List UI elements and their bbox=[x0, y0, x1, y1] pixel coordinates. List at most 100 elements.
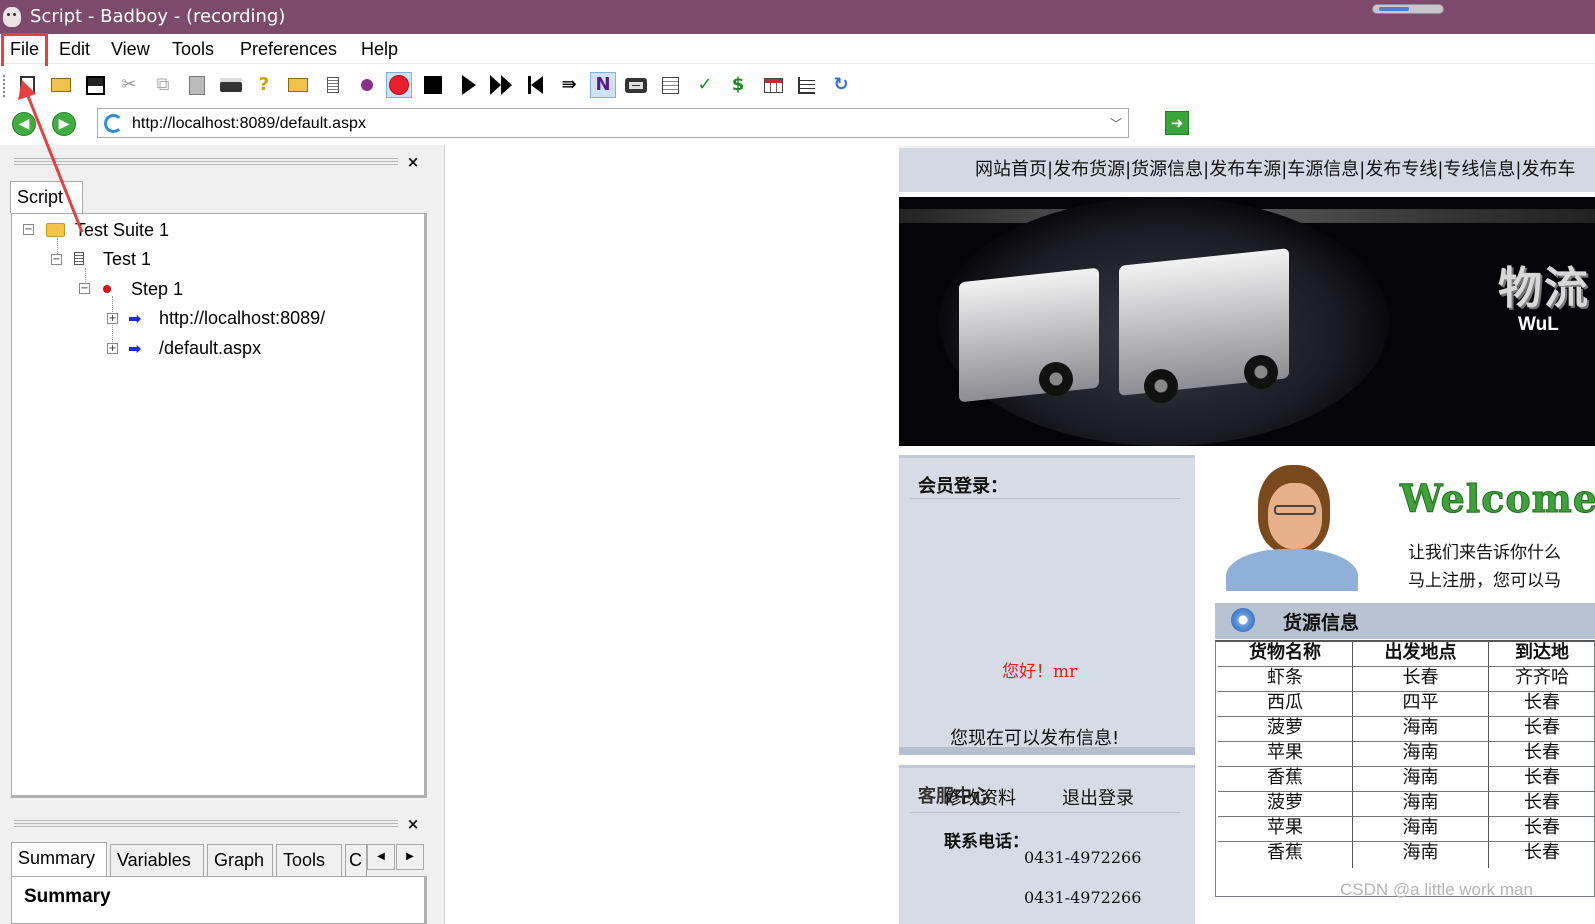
expand-icon[interactable]: + bbox=[107, 313, 118, 324]
title-bar: Script - Badboy - (recording) bbox=[0, 0, 1595, 34]
collapse-icon[interactable]: − bbox=[79, 283, 90, 294]
new-script-icon[interactable] bbox=[14, 72, 40, 98]
timer-icon[interactable] bbox=[793, 72, 819, 98]
tab-scroll-right-icon[interactable]: ▶ bbox=[396, 844, 424, 870]
tree-item-request[interactable]: /default.aspx bbox=[159, 336, 261, 360]
table-icon[interactable] bbox=[760, 72, 786, 98]
goods-cell[interactable]: 长春 bbox=[1489, 716, 1595, 740]
rewind-icon[interactable] bbox=[522, 72, 548, 98]
menu-preferences[interactable]: Preferences bbox=[240, 37, 337, 61]
toolbar-grip bbox=[2, 74, 6, 98]
menu-edit[interactable]: Edit bbox=[59, 37, 90, 61]
pane-grip[interactable] bbox=[14, 158, 398, 165]
banner-logo-text: 物流 bbox=[1498, 263, 1590, 314]
navigation-mode-icon[interactable]: N bbox=[590, 72, 616, 98]
screenshot-icon[interactable] bbox=[623, 72, 649, 98]
cut-icon[interactable]: ✂ bbox=[116, 72, 142, 98]
tab-summary[interactable]: Summary bbox=[11, 842, 107, 876]
tree-item-step[interactable]: Step 1 bbox=[131, 277, 183, 301]
goods-cell[interactable]: 长春 bbox=[1489, 766, 1595, 790]
paste-icon[interactable] bbox=[184, 72, 210, 98]
tree-item-test[interactable]: Test 1 bbox=[103, 247, 151, 271]
add-test-icon[interactable] bbox=[320, 72, 346, 98]
step-icon[interactable]: ⇛ bbox=[556, 72, 582, 98]
goods-cell[interactable]: 长春 bbox=[1489, 691, 1595, 715]
menu-tools[interactable]: Tools bbox=[172, 37, 214, 61]
collapse-icon[interactable]: − bbox=[23, 224, 34, 235]
goods-title: 货源信息 bbox=[1283, 612, 1360, 634]
goods-cell[interactable]: 苹果 bbox=[1218, 816, 1352, 840]
tree-item-request[interactable]: http://localhost:8089/ bbox=[159, 306, 325, 330]
goods-cell[interactable]: 海南 bbox=[1353, 816, 1488, 840]
expand-icon[interactable]: + bbox=[107, 343, 118, 354]
add-suite-icon[interactable] bbox=[285, 72, 311, 98]
goods-cell[interactable]: 虾条 bbox=[1218, 666, 1352, 690]
pane-grip[interactable] bbox=[14, 820, 398, 827]
site-nav-links[interactable]: 网站首页|发布货源|货源信息|发布车源|车源信息|发布专线|专线信息|发布车 bbox=[975, 158, 1575, 182]
add-step-icon[interactable] bbox=[354, 72, 380, 98]
collapse-icon[interactable]: − bbox=[51, 254, 62, 265]
welcome-line: 马上注册，您可以马 bbox=[1408, 571, 1561, 591]
phone-label: 联系电话： bbox=[944, 832, 1029, 852]
goods-cell[interactable]: 菠萝 bbox=[1218, 791, 1352, 815]
tab-scroll-left-icon[interactable]: ◀ bbox=[367, 844, 395, 870]
goods-cell[interactable]: 苹果 bbox=[1218, 741, 1352, 765]
badboy-app-icon bbox=[3, 7, 21, 27]
request-arrow-icon: ➡ bbox=[128, 309, 142, 328]
phone-number: 0431-4972266 bbox=[1024, 848, 1142, 867]
play-icon[interactable] bbox=[456, 72, 482, 98]
goods-cell[interactable]: 菠萝 bbox=[1218, 716, 1352, 740]
assertion-icon[interactable]: ✓ bbox=[692, 72, 718, 98]
badboy-window: Script - Badboy - (recording) File Edit … bbox=[0, 0, 1595, 924]
goods-icon bbox=[1231, 608, 1255, 632]
goods-cell[interactable]: 长春 bbox=[1489, 791, 1595, 815]
url-combobox[interactable]: http://localhost:8089/default.aspx ﹀ bbox=[97, 108, 1129, 138]
pane-splitter[interactable] bbox=[435, 145, 445, 924]
goods-cell[interactable]: 香蕉 bbox=[1218, 841, 1352, 865]
tab-script[interactable]: Script bbox=[10, 181, 83, 213]
goods-cell[interactable]: 海南 bbox=[1353, 741, 1488, 765]
tree-item-test-suite[interactable]: Test Suite 1 bbox=[75, 218, 169, 242]
edit-profile-link[interactable]: 修改资料 bbox=[944, 784, 1016, 810]
goods-cell[interactable]: 长春 bbox=[1489, 841, 1595, 865]
tab-variables[interactable]: Variables bbox=[110, 844, 204, 876]
copy-icon[interactable]: ⧉ bbox=[150, 72, 176, 98]
report-icon[interactable] bbox=[657, 72, 683, 98]
goods-cell[interactable]: 长春 bbox=[1489, 741, 1595, 765]
tab-overflow[interactable]: C bbox=[345, 844, 367, 876]
tab-graph[interactable]: Graph bbox=[207, 844, 273, 876]
stop-icon[interactable] bbox=[420, 72, 446, 98]
menu-help[interactable]: Help bbox=[361, 37, 398, 61]
open-icon[interactable] bbox=[48, 72, 74, 98]
goods-cell[interactable]: 齐齐哈 bbox=[1489, 666, 1595, 690]
goods-cell[interactable]: 海南 bbox=[1353, 841, 1488, 865]
menu-view[interactable]: View bbox=[111, 37, 150, 61]
refresh-icon[interactable]: ↻ bbox=[828, 72, 854, 98]
chevron-down-icon[interactable]: ﹀ bbox=[1110, 115, 1122, 132]
logout-link[interactable]: 退出登录 bbox=[1062, 784, 1134, 810]
save-icon[interactable] bbox=[82, 72, 108, 98]
goods-cell[interactable]: 海南 bbox=[1353, 716, 1488, 740]
goods-cell[interactable]: 海南 bbox=[1353, 766, 1488, 790]
record-icon[interactable] bbox=[386, 72, 412, 98]
print-icon[interactable] bbox=[218, 72, 244, 98]
welcome-line: 让我们来告诉你什么 bbox=[1408, 543, 1561, 563]
play-all-icon[interactable] bbox=[488, 72, 514, 98]
goods-cell[interactable]: 香蕉 bbox=[1218, 766, 1352, 790]
phone-number: 0431-4972266 bbox=[1024, 888, 1142, 907]
summary-heading: Summary bbox=[24, 886, 111, 907]
go-icon[interactable]: ➜ bbox=[1165, 111, 1189, 135]
goods-cell[interactable]: 海南 bbox=[1353, 791, 1488, 815]
goods-cell[interactable]: 西瓜 bbox=[1218, 691, 1352, 715]
close-icon[interactable]: × bbox=[405, 816, 421, 832]
goods-cell[interactable]: 长春 bbox=[1489, 816, 1595, 840]
login-hint: 您现在可以发布信息! bbox=[950, 728, 1120, 749]
goods-cell[interactable]: 长春 bbox=[1353, 666, 1488, 690]
variable-icon[interactable]: $ bbox=[725, 72, 751, 98]
goods-cell[interactable]: 四平 bbox=[1353, 691, 1488, 715]
close-icon[interactable]: × bbox=[405, 154, 421, 170]
back-icon[interactable]: ◀ bbox=[12, 112, 36, 136]
tab-tools[interactable]: Tools bbox=[276, 844, 342, 876]
help-icon[interactable]: ? bbox=[251, 72, 277, 98]
forward-icon[interactable]: ▶ bbox=[52, 112, 76, 136]
